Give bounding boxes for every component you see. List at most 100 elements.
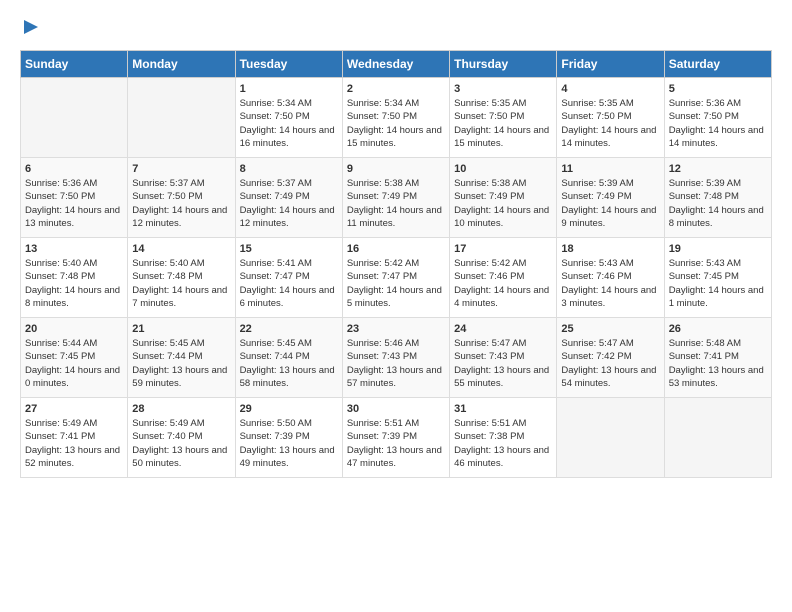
day-content: Sunrise: 5:47 AM Sunset: 7:43 PM Dayligh… <box>454 337 552 390</box>
day-number: 13 <box>25 243 123 255</box>
calendar-cell: 14Sunrise: 5:40 AM Sunset: 7:48 PM Dayli… <box>128 238 235 318</box>
calendar-cell: 6 Sunrise: 5:36 AM Sunset: 7:50 PM Daylig… <box>21 158 128 238</box>
day-content: Sunrise: 5:47 AM Sunset: 7:42 PM Dayligh… <box>561 337 659 390</box>
day-number: 23 <box>347 323 445 335</box>
calendar-cell: 7 Sunrise: 5:37 AM Sunset: 7:50 PM Daylig… <box>128 158 235 238</box>
day-number: 27 <box>25 403 123 415</box>
day-content: Sunrise: 5:37 AM Sunset: 7:50 PM Dayligh… <box>132 177 230 230</box>
day-number: 8 <box>240 163 338 175</box>
day-number: 6 <box>25 163 123 175</box>
day-content: Sunrise: 5:42 AM Sunset: 7:47 PM Dayligh… <box>347 257 445 310</box>
day-content: Sunrise: 5:38 AM Sunset: 7:49 PM Dayligh… <box>454 177 552 230</box>
calendar-cell: 26 Sunrise: 5:48 AM Sunset: 7:41 PM Dayli… <box>664 318 771 398</box>
calendar-cell: 1 Sunrise: 5:34 AM Sunset: 7:50 PM Daylig… <box>235 78 342 158</box>
day-number: 7 <box>132 163 230 175</box>
calendar-cell: 15Sunrise: 5:41 AM Sunset: 7:47 PM Dayli… <box>235 238 342 318</box>
calendar-week-4: 20 Sunrise: 5:44 AM Sunset: 7:45 PM Dayli… <box>21 318 772 398</box>
day-number: 5 <box>669 83 767 95</box>
header-cell-thursday: Thursday <box>450 51 557 78</box>
day-number: 9 <box>347 163 445 175</box>
day-content: Sunrise: 5:51 AM Sunset: 7:39 PM Dayligh… <box>347 417 445 470</box>
day-content: Sunrise: 5:40 AM Sunset: 7:48 PM Dayligh… <box>25 257 123 310</box>
calendar-table: SundayMondayTuesdayWednesdayThursdayFrid… <box>20 50 772 478</box>
calendar-cell: 25Sunrise: 5:47 AM Sunset: 7:42 PM Dayli… <box>557 318 664 398</box>
calendar-cell: 24 Sunrise: 5:47 AM Sunset: 7:43 PM Dayli… <box>450 318 557 398</box>
calendar-cell: 4 Sunrise: 5:35 AM Sunset: 7:50 PM Daylig… <box>557 78 664 158</box>
calendar-cell: 2 Sunrise: 5:34 AM Sunset: 7:50 PM Daylig… <box>342 78 449 158</box>
day-number: 28 <box>132 403 230 415</box>
day-content: Sunrise: 5:48 AM Sunset: 7:41 PM Dayligh… <box>669 337 767 390</box>
header-cell-sunday: Sunday <box>21 51 128 78</box>
day-number: 24 <box>454 323 552 335</box>
day-number: 1 <box>240 83 338 95</box>
day-number: 26 <box>669 323 767 335</box>
header-cell-tuesday: Tuesday <box>235 51 342 78</box>
calendar-cell: 18Sunrise: 5:43 AM Sunset: 7:46 PM Dayli… <box>557 238 664 318</box>
header-cell-monday: Monday <box>128 51 235 78</box>
calendar-cell: 5 Sunrise: 5:36 AM Sunset: 7:50 PM Daylig… <box>664 78 771 158</box>
calendar-cell: 8 Sunrise: 5:37 AM Sunset: 7:49 PM Daylig… <box>235 158 342 238</box>
day-content: Sunrise: 5:40 AM Sunset: 7:48 PM Dayligh… <box>132 257 230 310</box>
day-number: 3 <box>454 83 552 95</box>
day-number: 2 <box>347 83 445 95</box>
day-number: 16 <box>347 243 445 255</box>
day-content: Sunrise: 5:36 AM Sunset: 7:50 PM Dayligh… <box>669 97 767 150</box>
day-number: 4 <box>561 83 659 95</box>
day-number: 21 <box>132 323 230 335</box>
day-content: Sunrise: 5:38 AM Sunset: 7:49 PM Dayligh… <box>347 177 445 230</box>
day-content: Sunrise: 5:43 AM Sunset: 7:45 PM Dayligh… <box>669 257 767 310</box>
calendar-cell: 30Sunrise: 5:51 AM Sunset: 7:39 PM Dayli… <box>342 398 449 478</box>
calendar-cell: 22 Sunrise: 5:45 AM Sunset: 7:44 PM Dayli… <box>235 318 342 398</box>
header-row: SundayMondayTuesdayWednesdayThursdayFrid… <box>21 51 772 78</box>
calendar-cell: 20 Sunrise: 5:44 AM Sunset: 7:45 PM Dayli… <box>21 318 128 398</box>
calendar-cell: 21Sunrise: 5:45 AM Sunset: 7:44 PM Dayli… <box>128 318 235 398</box>
day-number: 19 <box>669 243 767 255</box>
day-content: Sunrise: 5:45 AM Sunset: 7:44 PM Dayligh… <box>240 337 338 390</box>
calendar-cell: 17 Sunrise: 5:42 AM Sunset: 7:46 PM Dayli… <box>450 238 557 318</box>
day-number: 12 <box>669 163 767 175</box>
logo-arrow-icon <box>22 16 40 38</box>
calendar-cell: 9 Sunrise: 5:38 AM Sunset: 7:49 PM Daylig… <box>342 158 449 238</box>
day-content: Sunrise: 5:39 AM Sunset: 7:48 PM Dayligh… <box>669 177 767 230</box>
day-number: 22 <box>240 323 338 335</box>
day-content: Sunrise: 5:39 AM Sunset: 7:49 PM Dayligh… <box>561 177 659 230</box>
calendar-cell: 28 Sunrise: 5:49 AM Sunset: 7:40 PM Dayli… <box>128 398 235 478</box>
day-content: Sunrise: 5:49 AM Sunset: 7:40 PM Dayligh… <box>132 417 230 470</box>
calendar-cell <box>21 78 128 158</box>
day-content: Sunrise: 5:34 AM Sunset: 7:50 PM Dayligh… <box>347 97 445 150</box>
header-cell-wednesday: Wednesday <box>342 51 449 78</box>
calendar-cell: 13 Sunrise: 5:40 AM Sunset: 7:48 PM Dayli… <box>21 238 128 318</box>
day-content: Sunrise: 5:49 AM Sunset: 7:41 PM Dayligh… <box>25 417 123 470</box>
day-content: Sunrise: 5:35 AM Sunset: 7:50 PM Dayligh… <box>561 97 659 150</box>
calendar-cell: 31 Sunrise: 5:51 AM Sunset: 7:38 PM Dayli… <box>450 398 557 478</box>
day-content: Sunrise: 5:36 AM Sunset: 7:50 PM Dayligh… <box>25 177 123 230</box>
calendar-cell: 11Sunrise: 5:39 AM Sunset: 7:49 PM Dayli… <box>557 158 664 238</box>
day-content: Sunrise: 5:51 AM Sunset: 7:38 PM Dayligh… <box>454 417 552 470</box>
logo <box>20 16 40 38</box>
day-number: 17 <box>454 243 552 255</box>
day-content: Sunrise: 5:37 AM Sunset: 7:49 PM Dayligh… <box>240 177 338 230</box>
calendar-cell <box>128 78 235 158</box>
calendar-cell: 27 Sunrise: 5:49 AM Sunset: 7:41 PM Dayli… <box>21 398 128 478</box>
day-content: Sunrise: 5:44 AM Sunset: 7:45 PM Dayligh… <box>25 337 123 390</box>
calendar-cell <box>664 398 771 478</box>
day-content: Sunrise: 5:41 AM Sunset: 7:47 PM Dayligh… <box>240 257 338 310</box>
day-number: 31 <box>454 403 552 415</box>
calendar-cell: 3 Sunrise: 5:35 AM Sunset: 7:50 PM Daylig… <box>450 78 557 158</box>
header-cell-friday: Friday <box>557 51 664 78</box>
calendar-week-2: 6 Sunrise: 5:36 AM Sunset: 7:50 PM Daylig… <box>21 158 772 238</box>
header-cell-saturday: Saturday <box>664 51 771 78</box>
day-content: Sunrise: 5:35 AM Sunset: 7:50 PM Dayligh… <box>454 97 552 150</box>
calendar-cell: 29 Sunrise: 5:50 AM Sunset: 7:39 PM Dayli… <box>235 398 342 478</box>
day-content: Sunrise: 5:50 AM Sunset: 7:39 PM Dayligh… <box>240 417 338 470</box>
day-number: 10 <box>454 163 552 175</box>
day-content: Sunrise: 5:42 AM Sunset: 7:46 PM Dayligh… <box>454 257 552 310</box>
day-number: 29 <box>240 403 338 415</box>
calendar-cell: 19 Sunrise: 5:43 AM Sunset: 7:45 PM Dayli… <box>664 238 771 318</box>
day-number: 20 <box>25 323 123 335</box>
calendar-week-1: 1 Sunrise: 5:34 AM Sunset: 7:50 PM Daylig… <box>21 78 772 158</box>
day-content: Sunrise: 5:34 AM Sunset: 7:50 PM Dayligh… <box>240 97 338 150</box>
day-number: 18 <box>561 243 659 255</box>
calendar-cell: 10 Sunrise: 5:38 AM Sunset: 7:49 PM Dayli… <box>450 158 557 238</box>
calendar-cell: 23Sunrise: 5:46 AM Sunset: 7:43 PM Dayli… <box>342 318 449 398</box>
